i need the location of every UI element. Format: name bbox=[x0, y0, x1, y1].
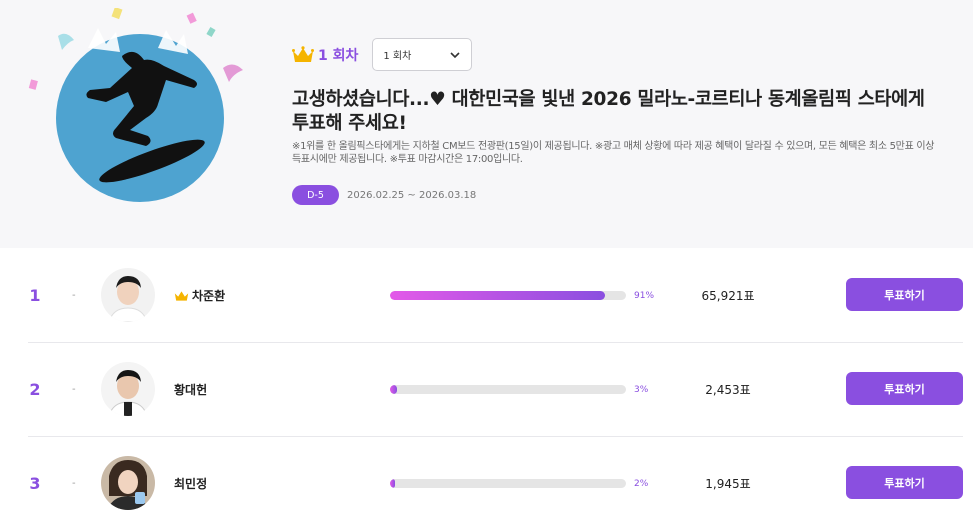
rank-change: - bbox=[72, 290, 76, 301]
vote-period: 2026.02.25 ~ 2026.03.18 bbox=[347, 189, 477, 201]
vote-percent: 2% bbox=[634, 478, 649, 489]
rank-number: 2 bbox=[29, 380, 41, 399]
round-label-text: 1 회차 bbox=[318, 47, 359, 64]
candidate-row: 1 - 차준환 91% 65,921표 투표하기 bbox=[28, 248, 963, 343]
candidate-name: 최민정 bbox=[174, 477, 208, 491]
candidate-row: 2 - 황대헌 3% 2,453표 투표하기 bbox=[28, 342, 963, 437]
vote-progress-fill bbox=[390, 291, 605, 300]
candidate-photo bbox=[101, 362, 155, 416]
round-label: 1 회차 bbox=[292, 45, 358, 65]
notice-text: ※1위를 한 올림픽스타에게는 지하철 CM보드 전광판(15일)이 제공됩니다… bbox=[292, 141, 935, 165]
candidate-name: 차준환 bbox=[192, 289, 226, 303]
round-select[interactable]: 1 회차 bbox=[372, 38, 473, 71]
vote-count: 2,453표 bbox=[705, 383, 751, 397]
vote-progress-bar bbox=[390, 479, 626, 488]
rank-number: 3 bbox=[29, 474, 41, 493]
round-select-value: 1 회차 bbox=[383, 51, 412, 62]
candidate-photo bbox=[101, 456, 155, 510]
vote-count: 1,945표 bbox=[705, 477, 751, 491]
vote-percent: 3% bbox=[634, 384, 649, 395]
vote-progress-fill bbox=[390, 479, 395, 488]
vote-button[interactable]: 투표하기 bbox=[846, 466, 963, 499]
vote-percent: 91% bbox=[634, 290, 655, 301]
candidate-row: 3 - 최민정 2% 1,945표 투표하기 bbox=[28, 436, 963, 517]
rank-number: 1 bbox=[29, 286, 41, 305]
crown-icon bbox=[292, 45, 314, 62]
vote-button[interactable]: 투표하기 bbox=[846, 278, 963, 311]
vote-progress-bar bbox=[390, 291, 626, 300]
vote-progress-fill bbox=[390, 385, 398, 394]
rank-change: - bbox=[72, 478, 76, 489]
vote-count: 65,921표 bbox=[701, 289, 755, 303]
crown-icon bbox=[174, 290, 189, 301]
chevron-down-icon bbox=[450, 51, 460, 58]
page-title: 고생하셨습니다...♥ 대한민국을 빛낸 2026 밀라노-코르티나 동계올림픽… bbox=[292, 89, 925, 134]
hero-section: 1 회차 1 회차 고생하셨습니다...♥ 대한민국을 빛낸 2026 밀라노-… bbox=[0, 0, 973, 248]
vote-button[interactable]: 투표하기 bbox=[846, 372, 963, 405]
vote-progress-bar bbox=[390, 385, 626, 394]
snowboarder-illustration bbox=[28, 8, 243, 202]
candidate-name: 황대헌 bbox=[174, 383, 208, 397]
dday-badge: D-5 bbox=[292, 185, 339, 205]
candidate-photo bbox=[101, 268, 155, 322]
rank-change: - bbox=[72, 384, 76, 395]
